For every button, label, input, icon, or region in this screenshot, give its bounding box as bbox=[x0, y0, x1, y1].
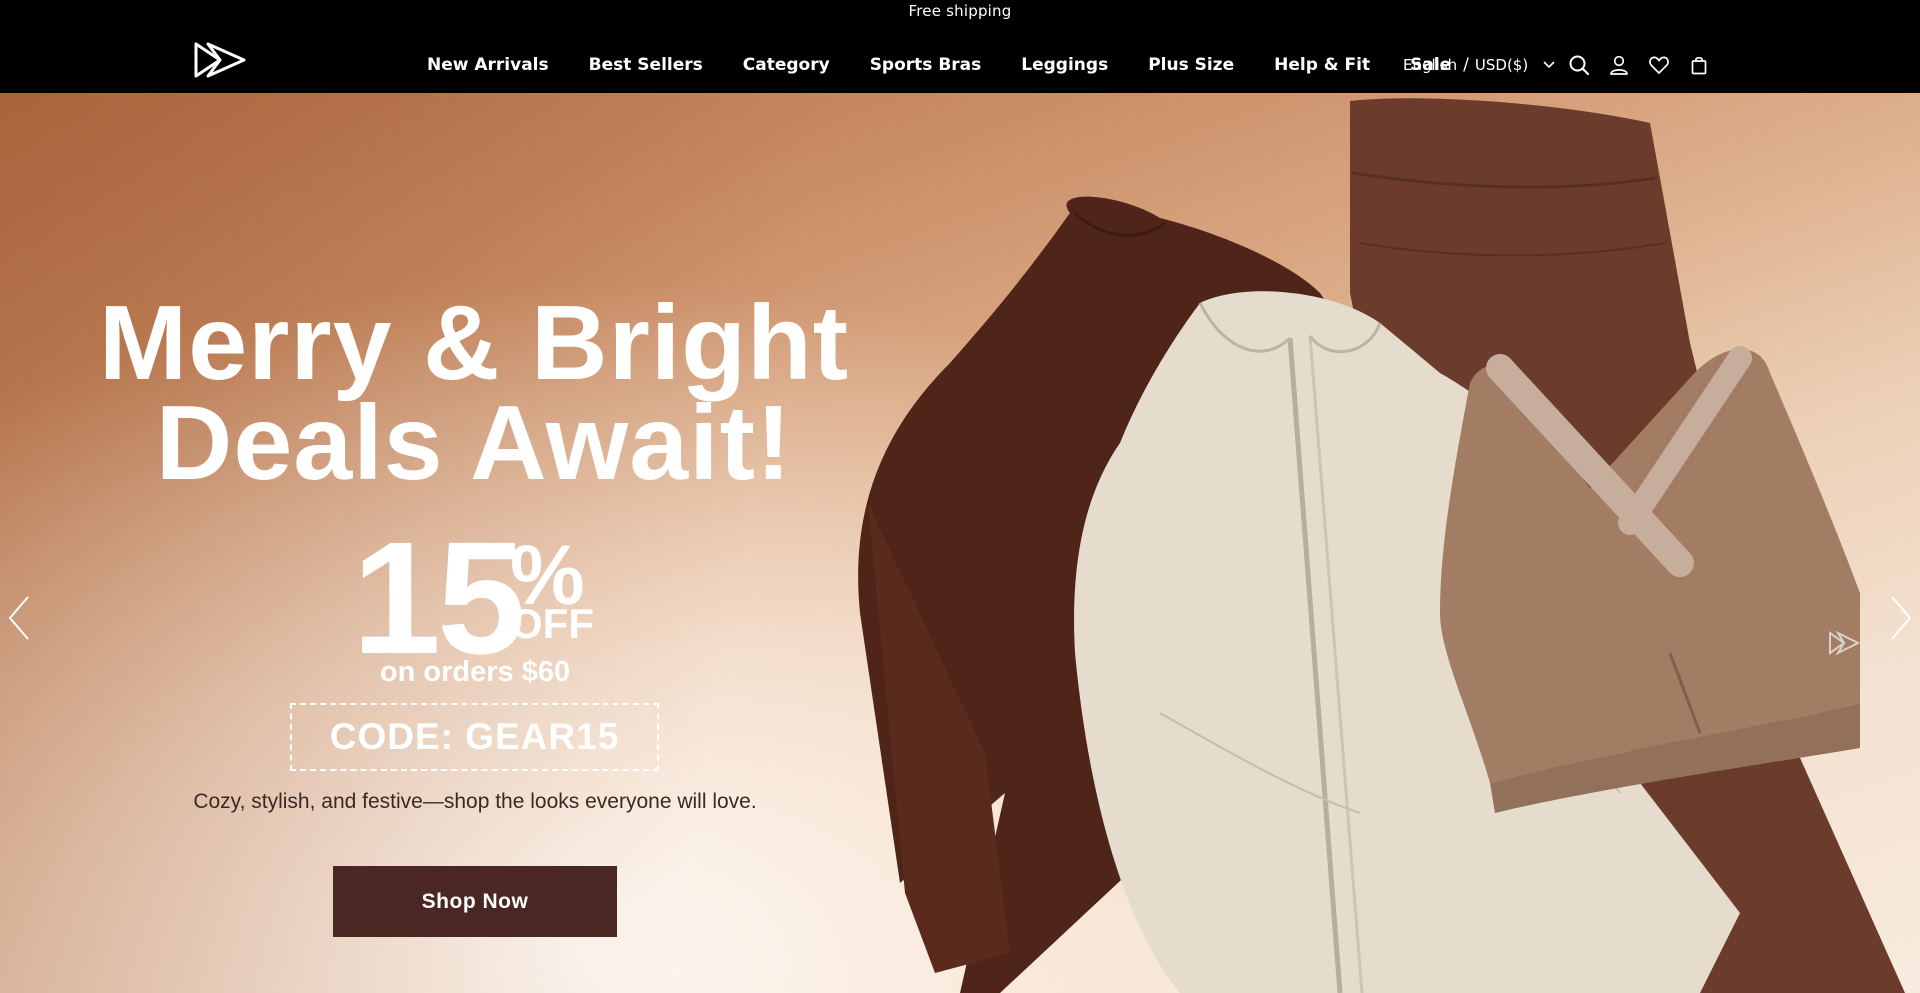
nav-item-new-arrivals[interactable]: New Arrivals bbox=[427, 55, 549, 75]
wishlist-heart-icon[interactable] bbox=[1648, 54, 1670, 76]
search-icon[interactable] bbox=[1568, 54, 1590, 76]
nav-item-best-sellers[interactable]: Best Sellers bbox=[589, 55, 703, 75]
announcement-bar: Free shipping bbox=[908, 2, 1012, 20]
chevron-down-icon bbox=[1543, 61, 1555, 69]
promo-code-box: CODE: GEAR15 bbox=[290, 703, 659, 771]
hero-tagline: Cozy, stylish, and festive—shop the look… bbox=[193, 790, 757, 813]
shop-now-button[interactable]: Shop Now bbox=[333, 866, 617, 937]
locale-separator: / bbox=[1463, 55, 1469, 75]
brand-logo-icon[interactable] bbox=[194, 42, 246, 78]
headline-line-1: Merry & Bright bbox=[98, 284, 850, 402]
min-order-text: on orders $60 bbox=[379, 656, 571, 688]
currency-label: USD($) bbox=[1474, 56, 1529, 74]
header-actions bbox=[1568, 54, 1710, 76]
hero-headline: Merry & Bright Deals Await! bbox=[96, 284, 852, 502]
nav-item-sports-bras[interactable]: Sports Bras bbox=[870, 55, 982, 75]
main-nav: New Arrivals Best Sellers Category Sport… bbox=[427, 55, 1491, 75]
discount-number: 15 bbox=[352, 508, 526, 687]
cart-bag-icon[interactable] bbox=[1688, 54, 1710, 76]
hero-banner[interactable]: Merry & Bright Deals Await! 15 % OFF on … bbox=[0, 93, 1920, 993]
nav-item-plus-size[interactable]: Plus Size bbox=[1148, 55, 1234, 75]
carousel-next-arrow-icon[interactable] bbox=[1886, 593, 1916, 643]
account-icon[interactable] bbox=[1608, 54, 1630, 76]
discount-off: OFF bbox=[510, 600, 594, 647]
nav-item-leggings[interactable]: Leggings bbox=[1021, 55, 1108, 75]
language-label: English bbox=[1403, 56, 1458, 74]
locale-selector[interactable]: English / USD($) bbox=[1403, 55, 1556, 75]
carousel-prev-arrow-icon[interactable] bbox=[4, 593, 34, 643]
headline-line-2: Deals Await! bbox=[155, 384, 793, 502]
hero-product-image bbox=[858, 98, 1905, 993]
nav-item-help-fit[interactable]: Help & Fit bbox=[1274, 55, 1370, 75]
nav-item-category[interactable]: Category bbox=[743, 55, 830, 75]
site-header: Free shipping New Arrivals Best Sellers … bbox=[0, 0, 1920, 93]
